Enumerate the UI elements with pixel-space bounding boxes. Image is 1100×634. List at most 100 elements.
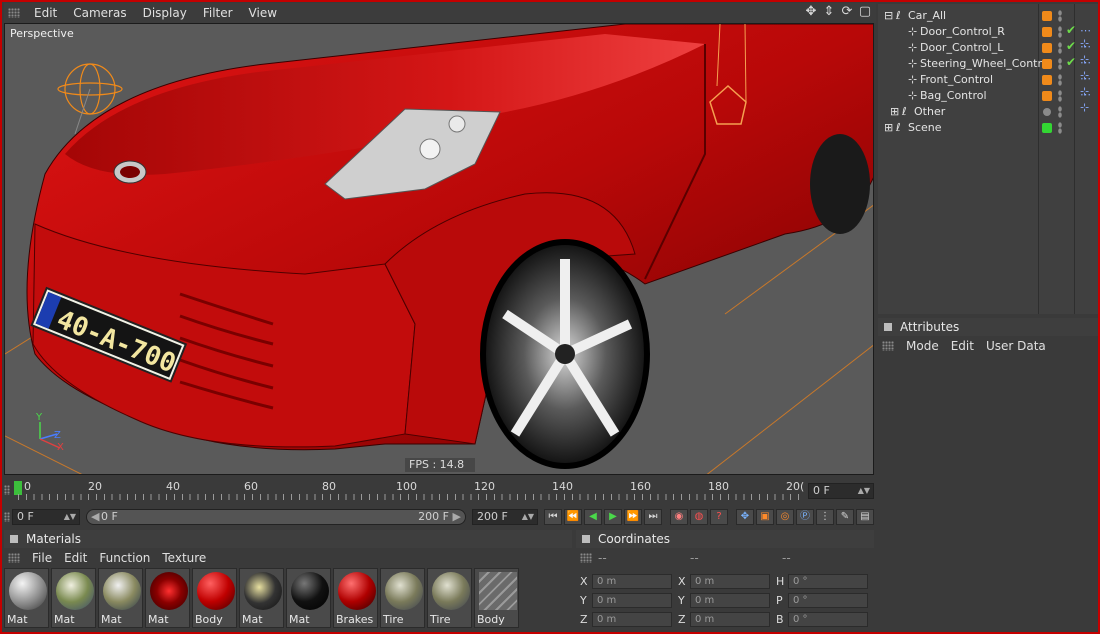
object-row[interactable]: ⊹ Door_Control_R ✔ ⋯⊹ xyxy=(878,23,1098,50)
layer-color-tag[interactable] xyxy=(1042,75,1052,85)
object-row[interactable]: ⊞ ℓ Other xyxy=(878,104,1098,120)
material-swatch[interactable]: Mat xyxy=(145,568,190,628)
schedule-icon[interactable]: ▤ xyxy=(856,509,874,525)
object-row[interactable]: ⊞ ℓ Scene xyxy=(878,120,1098,136)
scale-key-icon[interactable]: ▣ xyxy=(756,509,774,525)
layer-color-tag[interactable] xyxy=(1042,59,1052,69)
object-name[interactable]: Front_Control xyxy=(920,73,993,86)
object-name[interactable]: Other xyxy=(914,105,945,118)
material-swatch[interactable]: Mat xyxy=(98,568,143,628)
start-frame-field[interactable]: 0 F ▲▼ xyxy=(12,509,80,525)
object-name[interactable]: Door_Control_L xyxy=(920,41,1003,54)
attr-menu-mode[interactable]: Mode xyxy=(900,339,945,353)
material-swatch[interactable]: Tire xyxy=(380,568,425,628)
material-swatch[interactable]: Body xyxy=(192,568,237,628)
record-active-button[interactable]: ◉ xyxy=(670,509,688,525)
timeline[interactable]: 0 20 40 60 80 100 120 140 160 180 20( 0 … xyxy=(4,478,876,504)
size-z-field[interactable]: 0 m xyxy=(690,612,770,627)
goto-start-button[interactable]: ⏮ xyxy=(544,509,562,525)
autokey-button[interactable]: ◍ xyxy=(690,509,708,525)
pla-key-icon[interactable]: ⋮ xyxy=(816,509,834,525)
range-right-arrow-icon[interactable]: ▶ xyxy=(453,510,461,524)
object-row[interactable]: ⊹ Front_Control ⋯⊹ xyxy=(878,72,1098,98)
materials-menu-texture[interactable]: Texture xyxy=(156,551,212,565)
visibility-dots[interactable] xyxy=(1058,26,1062,38)
enabled-check-icon[interactable]: ✔ xyxy=(1066,23,1076,37)
object-name[interactable]: Bag_Control xyxy=(920,89,987,102)
expand-icon[interactable]: ⊞ xyxy=(890,105,899,118)
layer-color-tag[interactable] xyxy=(1042,123,1052,133)
layer-color-tag[interactable] xyxy=(1042,43,1052,53)
rotation-h-field[interactable]: 0 ° xyxy=(788,574,868,589)
visibility-dots[interactable] xyxy=(1058,74,1062,86)
layer-color-tag[interactable] xyxy=(1042,11,1052,21)
rotate-view-icon[interactable]: ⟳ xyxy=(840,5,854,19)
size-x-field[interactable]: 0 m xyxy=(690,574,770,589)
menu-cameras[interactable]: Cameras xyxy=(65,6,134,20)
range-left-arrow-icon[interactable]: ◀ xyxy=(91,510,99,524)
layer-color-tag[interactable] xyxy=(1042,27,1052,37)
menu-filter[interactable]: Filter xyxy=(195,6,241,20)
position-z-field[interactable]: 0 m xyxy=(592,612,672,627)
visibility-dots[interactable] xyxy=(1058,106,1062,118)
layer-color-tag[interactable] xyxy=(1042,91,1052,101)
current-frame-field[interactable]: 0 F ▲▼ xyxy=(808,483,874,499)
preview-range-slider[interactable]: ◀ 0 F 200 F ▶ xyxy=(86,509,466,525)
prev-key-button[interactable]: ⏪ xyxy=(564,509,582,525)
position-x-field[interactable]: 0 m xyxy=(592,574,672,589)
menu-display[interactable]: Display xyxy=(135,6,195,20)
parameter-key-icon[interactable]: Ⓟ xyxy=(796,509,814,525)
maximize-view-icon[interactable]: ▢ xyxy=(858,5,872,19)
object-name[interactable]: Car_All xyxy=(908,9,946,22)
object-row[interactable]: ⊹ Steering_Wheel_Control ✔ ⋯⊹ xyxy=(878,55,1098,82)
object-name[interactable]: Steering_Wheel_Control xyxy=(920,57,1052,70)
attr-panel-toggle-icon[interactable] xyxy=(884,323,892,331)
object-row[interactable]: ⊟ ℓ Car_All xyxy=(878,8,1098,24)
timeline-ruler[interactable]: 0 20 40 60 80 100 120 140 160 180 20( xyxy=(14,478,804,502)
object-row[interactable]: ⊹ Bag_Control ⋯⊹ xyxy=(878,88,1098,114)
rotation-p-field[interactable]: 0 ° xyxy=(788,593,868,608)
end-frame-field[interactable]: 200 F ▲▼ xyxy=(472,509,538,525)
position-key-icon[interactable]: ✥ xyxy=(736,509,754,525)
rotation-b-field[interactable]: 0 ° xyxy=(788,612,868,627)
object-name[interactable]: Scene xyxy=(908,121,942,134)
coord-panel-toggle-icon[interactable] xyxy=(582,535,590,543)
material-swatch[interactable]: Brakes xyxy=(333,568,378,628)
materials-menu-edit[interactable]: Edit xyxy=(58,551,93,565)
menu-view[interactable]: View xyxy=(241,6,285,20)
playhead[interactable] xyxy=(14,481,22,495)
expand-icon[interactable]: ⊞ xyxy=(884,121,893,134)
collapse-icon[interactable]: ⊟ xyxy=(884,9,893,22)
attr-menu-user-data[interactable]: User Data xyxy=(980,339,1052,353)
visibility-dots[interactable] xyxy=(1058,90,1062,102)
perspective-viewport[interactable]: 40-A-700 Y Z X Perspective FPS : 14.8 xyxy=(4,23,874,475)
enabled-check-icon[interactable]: ✔ xyxy=(1066,55,1076,69)
enabled-check-icon[interactable]: ✔ xyxy=(1066,39,1076,53)
attr-menu-edit[interactable]: Edit xyxy=(945,339,980,353)
grip-icon[interactable] xyxy=(8,8,20,18)
visibility-dots[interactable] xyxy=(1058,122,1062,134)
next-key-button[interactable]: ⏩ xyxy=(624,509,642,525)
material-swatch[interactable]: Mat xyxy=(51,568,96,628)
goto-end-button[interactable]: ⏭ xyxy=(644,509,662,525)
object-name[interactable]: Door_Control_R xyxy=(920,25,1005,38)
zoom-view-icon[interactable]: ⇕ xyxy=(822,5,836,19)
material-swatch[interactable]: Tire xyxy=(427,568,472,628)
play-forward-button[interactable]: ▶ xyxy=(604,509,622,525)
move-view-icon[interactable]: ✥ xyxy=(804,5,818,19)
visibility-dots[interactable] xyxy=(1058,42,1062,54)
material-swatch[interactable]: Mat xyxy=(286,568,331,628)
material-swatch[interactable]: Body xyxy=(474,568,519,628)
keyframe-selection-button[interactable]: ? xyxy=(710,509,728,525)
interpolation-icon[interactable]: ✎ xyxy=(836,509,854,525)
materials-menu-function[interactable]: Function xyxy=(93,551,156,565)
panel-toggle-icon[interactable] xyxy=(10,535,18,543)
material-swatch[interactable]: Mat xyxy=(4,568,49,628)
visibility-dots[interactable] xyxy=(1058,10,1062,22)
object-row[interactable]: ⊹ Door_Control_L ✔ ⋯⊹ xyxy=(878,39,1098,66)
play-backward-button[interactable]: ◀ xyxy=(584,509,602,525)
material-swatch[interactable]: Mat xyxy=(239,568,284,628)
layer-color-tag[interactable] xyxy=(1043,108,1051,116)
visibility-dots[interactable] xyxy=(1058,58,1062,70)
menu-edit[interactable]: Edit xyxy=(26,6,65,20)
